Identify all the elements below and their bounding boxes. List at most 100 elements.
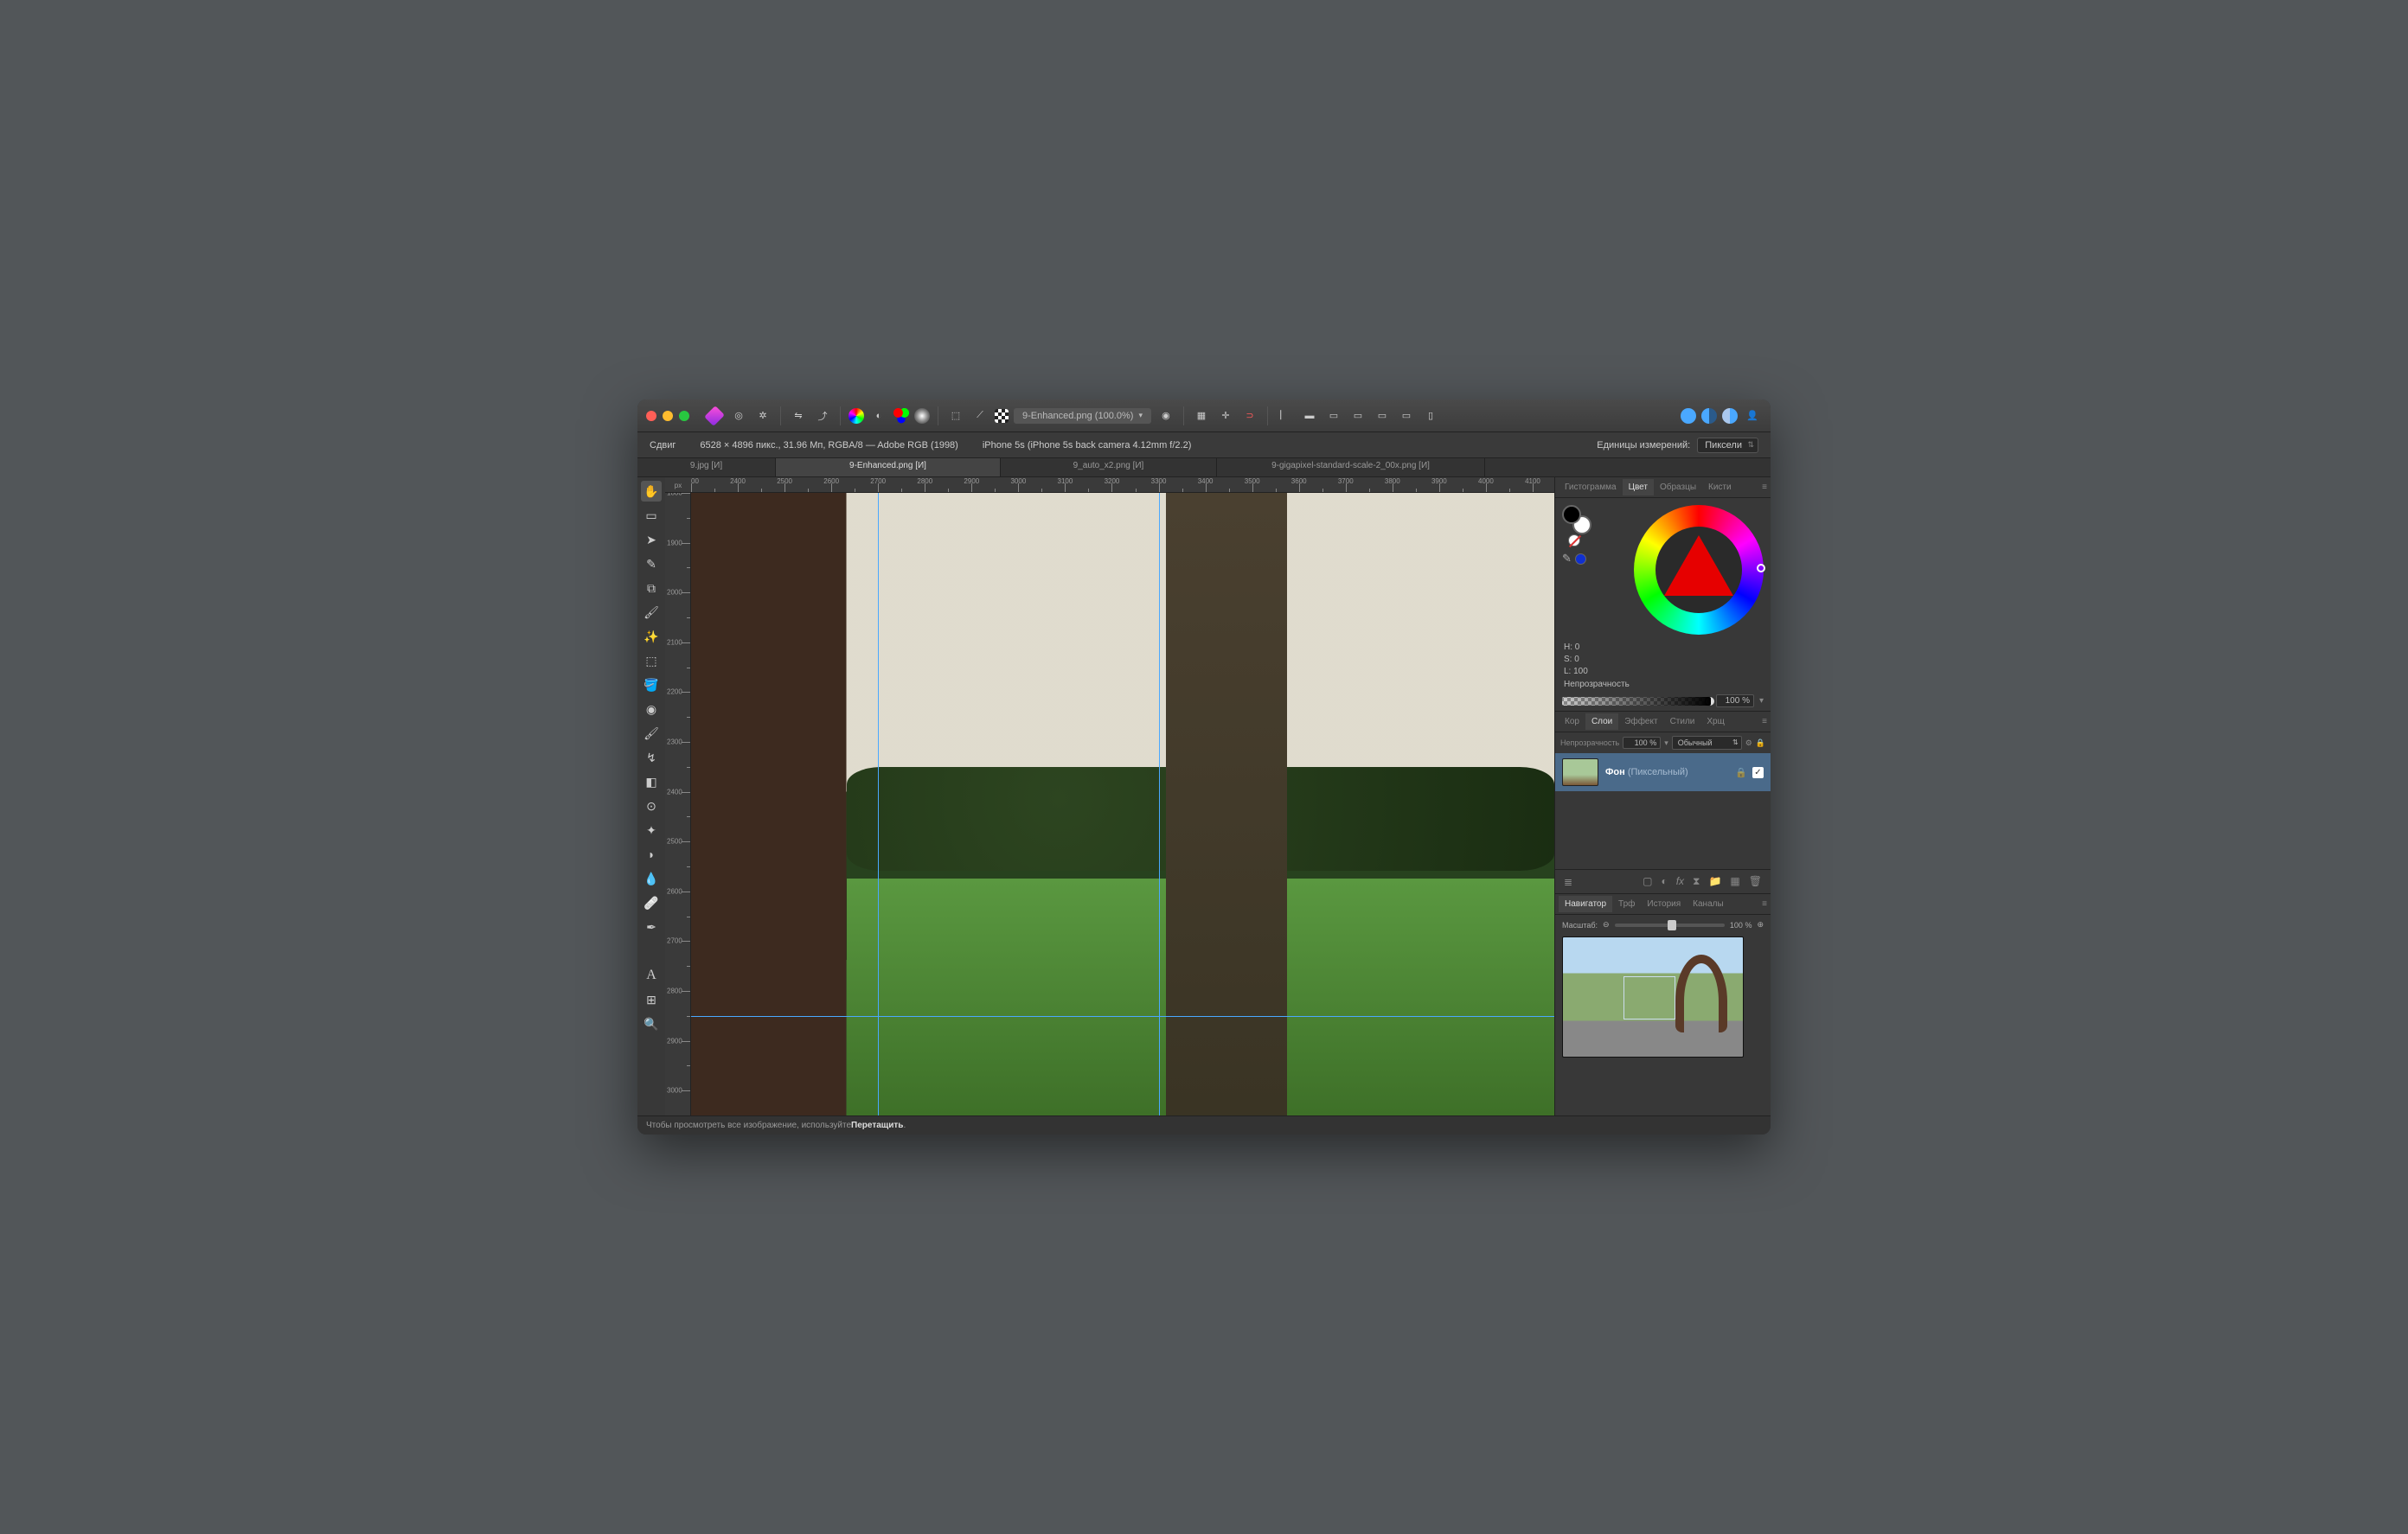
- panel-tab[interactable]: Кисти: [1702, 479, 1738, 495]
- aperture-icon[interactable]: ✲: [753, 406, 772, 425]
- panel-tab[interactable]: Трф: [1612, 896, 1641, 912]
- smudge-tool[interactable]: 💧: [641, 868, 662, 889]
- target-icon[interactable]: ◉: [1156, 406, 1175, 425]
- move-tool[interactable]: ▭: [641, 505, 662, 526]
- eyedropper-icon[interactable]: ✎: [1562, 552, 1572, 566]
- marquee-icon[interactable]: ⬚: [946, 406, 965, 425]
- ruler-icon[interactable]: ⟋: [970, 406, 989, 425]
- axis-icon[interactable]: ✛: [1216, 406, 1235, 425]
- horizontal-guide[interactable]: [691, 1016, 1554, 1017]
- panel-tab[interactable]: Гистограмма: [1559, 479, 1623, 495]
- marquee-tool[interactable]: ⬚: [641, 650, 662, 671]
- horizontal-ruler[interactable]: px 2300240025002600270028002900300031003…: [665, 477, 1554, 493]
- layers-icon[interactable]: ≣: [1564, 876, 1572, 888]
- layer-visibility-checkbox[interactable]: ✓: [1752, 767, 1764, 778]
- panel-menu-icon[interactable]: ≡: [1762, 899, 1767, 909]
- gradient-icon[interactable]: [914, 408, 930, 424]
- zoom-slider[interactable]: [1615, 924, 1725, 927]
- zoom-tool[interactable]: 🔍: [641, 1013, 662, 1034]
- magic-wand-tool[interactable]: ✨: [641, 626, 662, 647]
- close-button[interactable]: [646, 411, 656, 421]
- layer-opacity-menu-icon[interactable]: ▾: [1664, 738, 1668, 748]
- folder-icon[interactable]: 📁: [1708, 875, 1721, 888]
- zoom-in-icon[interactable]: ⊕: [1757, 920, 1764, 930]
- color-wheel[interactable]: [1634, 505, 1764, 635]
- panel-tab[interactable]: Образцы: [1654, 479, 1702, 495]
- color-wheel-icon[interactable]: [849, 408, 864, 424]
- panel-menu-icon[interactable]: ≡: [1762, 717, 1767, 726]
- panel-tab[interactable]: Кор: [1559, 713, 1585, 730]
- magnet-icon[interactable]: ⊃: [1240, 406, 1259, 425]
- account-icon[interactable]: 👤: [1743, 406, 1762, 425]
- arrange-5-icon[interactable]: ▯: [1421, 406, 1440, 425]
- picked-color[interactable]: [1575, 553, 1586, 565]
- persona-icon[interactable]: ◎: [729, 406, 748, 425]
- mesh-tool[interactable]: ⊞: [641, 989, 662, 1010]
- panel-tab[interactable]: Цвет: [1623, 479, 1654, 495]
- opacity-slider[interactable]: [1562, 697, 1711, 706]
- document-tab[interactable]: 9-Enhanced.png [И]: [776, 458, 1001, 476]
- delete-icon[interactable]: 🗑: [1749, 875, 1762, 888]
- layer-opacity-value[interactable]: 100 %: [1623, 737, 1661, 749]
- vertical-ruler[interactable]: 1800190020002100220023002400250026002700…: [665, 493, 691, 1115]
- panel-tab[interactable]: Эффект: [1618, 713, 1663, 730]
- align-left-icon[interactable]: ⎸: [1276, 406, 1295, 425]
- mask-icon[interactable]: ▢: [1643, 875, 1652, 888]
- minimize-button[interactable]: [663, 411, 673, 421]
- arrange-3-icon[interactable]: ▭: [1373, 406, 1392, 425]
- layer-lock-icon[interactable]: 🔒: [1756, 738, 1765, 748]
- shape-tool[interactable]: [641, 941, 662, 962]
- color-picker-tool[interactable]: ✎: [641, 553, 662, 574]
- panel-tab[interactable]: Навигатор: [1559, 896, 1612, 912]
- document-tab[interactable]: 9-gigapixel-standard-scale-2_00x.png [И]: [1217, 458, 1485, 476]
- gradient-tool[interactable]: ◉: [641, 699, 662, 719]
- hourglass-icon[interactable]: ⧗: [1693, 875, 1700, 888]
- arrange-2-icon[interactable]: ▭: [1348, 406, 1367, 425]
- fullscreen-button[interactable]: [679, 411, 689, 421]
- paint-brush-tool[interactable]: 🖌: [641, 723, 662, 744]
- zoom-out-icon[interactable]: ⊖: [1603, 920, 1610, 930]
- layer-lock-icon[interactable]: 🔒: [1735, 767, 1747, 778]
- document-tab[interactable]: 9.jpg [И]: [637, 458, 776, 476]
- flood-fill-tool[interactable]: 🪣: [641, 674, 662, 695]
- blend-mode-select[interactable]: Обычный: [1672, 736, 1742, 750]
- selection-brush-tool[interactable]: 🖌: [641, 602, 662, 623]
- quicklook-2-icon[interactable]: [1701, 408, 1717, 424]
- text-tool[interactable]: A: [641, 965, 662, 986]
- quicklook-1-icon[interactable]: [1681, 408, 1696, 424]
- quicklook-3-icon[interactable]: [1722, 408, 1738, 424]
- grid-icon[interactable]: ▦: [1192, 406, 1211, 425]
- panel-tab[interactable]: Стили: [1664, 713, 1701, 730]
- panel-tab[interactable]: Хрщ: [1700, 713, 1730, 730]
- document-tab[interactable]: 9_auto_x2.png [И]: [1001, 458, 1217, 476]
- panel-tab[interactable]: История: [1641, 896, 1687, 912]
- opacity-value[interactable]: 100 %: [1716, 694, 1754, 707]
- units-select[interactable]: Пиксели: [1697, 438, 1758, 453]
- healing-tool[interactable]: 🩹: [641, 892, 662, 913]
- document-title[interactable]: 9-Enhanced.png (100.0%): [1014, 408, 1151, 424]
- fx-icon[interactable]: fx: [1676, 875, 1684, 888]
- vertical-guide[interactable]: [1159, 493, 1160, 1115]
- panel-menu-icon[interactable]: ≡: [1762, 483, 1767, 492]
- arrange-1-icon[interactable]: ▭: [1324, 406, 1343, 425]
- navigator-viewport[interactable]: [1623, 976, 1675, 1019]
- crop-tool[interactable]: ⧉: [641, 578, 662, 598]
- arrange-4-icon[interactable]: ▭: [1397, 406, 1416, 425]
- rgb-icon[interactable]: [893, 408, 909, 424]
- panel-tab[interactable]: Каналы: [1687, 896, 1730, 912]
- pixel-tool[interactable]: ↯: [641, 747, 662, 768]
- no-color-swatch[interactable]: [1568, 534, 1580, 546]
- layer-item[interactable]: Фон (Пиксельный) 🔒 ✓: [1555, 753, 1771, 791]
- align-group-icon[interactable]: ▬: [1300, 406, 1319, 425]
- layer-settings-icon[interactable]: ⚙: [1745, 738, 1752, 748]
- foreground-background-swatch[interactable]: [1562, 505, 1586, 529]
- share-icon[interactable]: ⤴: [813, 406, 832, 425]
- erase-tool[interactable]: ◧: [641, 771, 662, 792]
- chess-icon[interactable]: [995, 409, 1009, 423]
- contrast-icon[interactable]: ◐: [869, 406, 888, 425]
- arrow-tool[interactable]: ➤: [641, 529, 662, 550]
- navigator-thumbnail[interactable]: [1562, 936, 1744, 1058]
- adjust-icon[interactable]: ◐: [1661, 875, 1667, 888]
- pen-tool[interactable]: ✒: [641, 917, 662, 937]
- mirror-icon[interactable]: ⇋: [789, 406, 808, 425]
